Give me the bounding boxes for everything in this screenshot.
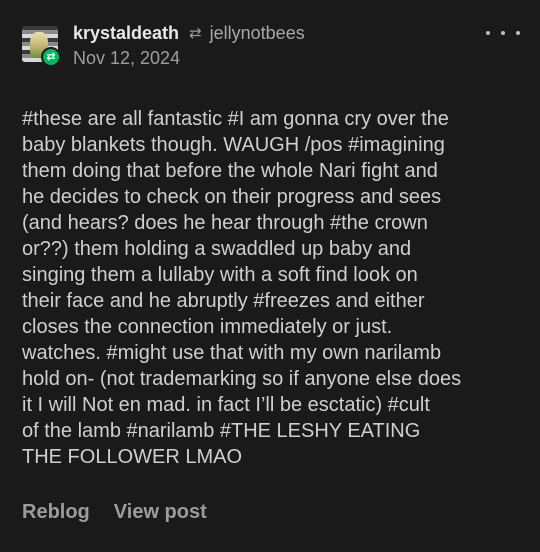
post-footer: Reblog View post	[22, 498, 207, 526]
dot	[516, 31, 520, 35]
author-name[interactable]: krystaldeath	[73, 23, 179, 44]
reblog-badge-icon: ⇄	[41, 47, 61, 67]
reblogged-from-name[interactable]: jellynotbees	[210, 23, 305, 44]
more-options-icon[interactable]	[486, 24, 520, 42]
reblog-button[interactable]: Reblog	[22, 501, 90, 524]
post-header: ⇄ krystaldeath ⇄ jellynotbees Nov 12, 20…	[0, 0, 540, 80]
post-date[interactable]: Nov 12, 2024	[73, 48, 180, 69]
dot	[501, 31, 505, 35]
view-post-button[interactable]: View post	[114, 501, 207, 524]
byline: krystaldeath ⇄ jellynotbees	[73, 21, 305, 45]
reblog-icon: ⇄	[189, 25, 202, 42]
dot	[486, 31, 490, 35]
post-body: #these are all fantastic #I am gonna cry…	[22, 108, 462, 468]
